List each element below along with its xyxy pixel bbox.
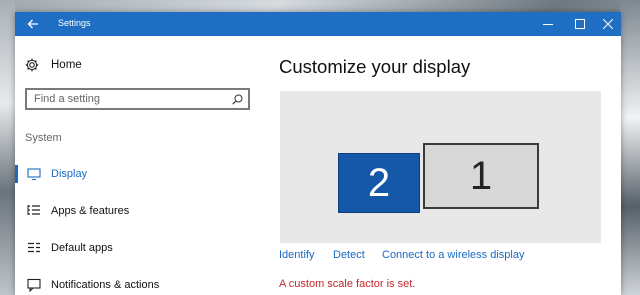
close-button[interactable]	[592, 12, 621, 36]
wireless-display-link[interactable]: Connect to a wireless display	[382, 249, 524, 261]
maximize-icon	[575, 19, 585, 29]
sidebar-item-label: Notifications & actions	[51, 279, 160, 291]
monitor-2[interactable]: 2	[338, 153, 420, 213]
gear-icon	[25, 58, 39, 72]
sidebar-item-label: Default apps	[51, 242, 113, 254]
apps-list-icon	[27, 205, 40, 215]
search-input[interactable]: Find a setting	[25, 88, 250, 110]
page-title: Customize your display	[279, 56, 471, 77]
sidebar-item-label: Display	[51, 168, 88, 180]
title-bar: Settings	[15, 12, 621, 36]
sidebar-item-notifications[interactable]: Notifications & actions	[15, 274, 265, 295]
scale-warning: A custom scale factor is set.	[279, 278, 416, 290]
close-icon	[603, 19, 613, 29]
sidebar-item-display[interactable]: Display	[15, 163, 265, 185]
sidebar-group-label: System	[25, 132, 62, 144]
sidebar-item-apps-features[interactable]: Apps & features	[15, 200, 265, 222]
display-arrangement-area: 2 1	[280, 91, 601, 243]
window-title: Settings	[58, 18, 91, 28]
sidebar-home-label: Home	[51, 59, 82, 71]
search-placeholder: Find a setting	[34, 93, 101, 105]
default-apps-icon	[28, 242, 40, 253]
monitor-number: 2	[367, 160, 391, 205]
desktop-background-right	[620, 0, 640, 295]
monitor-1[interactable]: 1	[423, 143, 539, 209]
back-button[interactable]	[15, 12, 51, 36]
sidebar-home[interactable]: Home	[25, 56, 82, 74]
notification-icon	[27, 278, 41, 292]
search-icon	[232, 94, 243, 105]
identify-link[interactable]: Identify	[279, 249, 314, 261]
minimize-icon	[543, 24, 553, 25]
settings-window: Settings Home Find a setting System Disp…	[15, 12, 621, 295]
desktop-background-left	[0, 0, 15, 295]
active-indicator	[15, 165, 18, 183]
minimize-button[interactable]	[532, 12, 564, 36]
detect-link[interactable]: Detect	[333, 249, 365, 261]
back-arrow-icon	[27, 19, 38, 29]
monitor-icon	[27, 168, 41, 181]
sidebar-item-label: Apps & features	[51, 205, 130, 217]
monitor-number: 1	[469, 153, 493, 198]
sidebar-item-default-apps[interactable]: Default apps	[15, 237, 265, 259]
